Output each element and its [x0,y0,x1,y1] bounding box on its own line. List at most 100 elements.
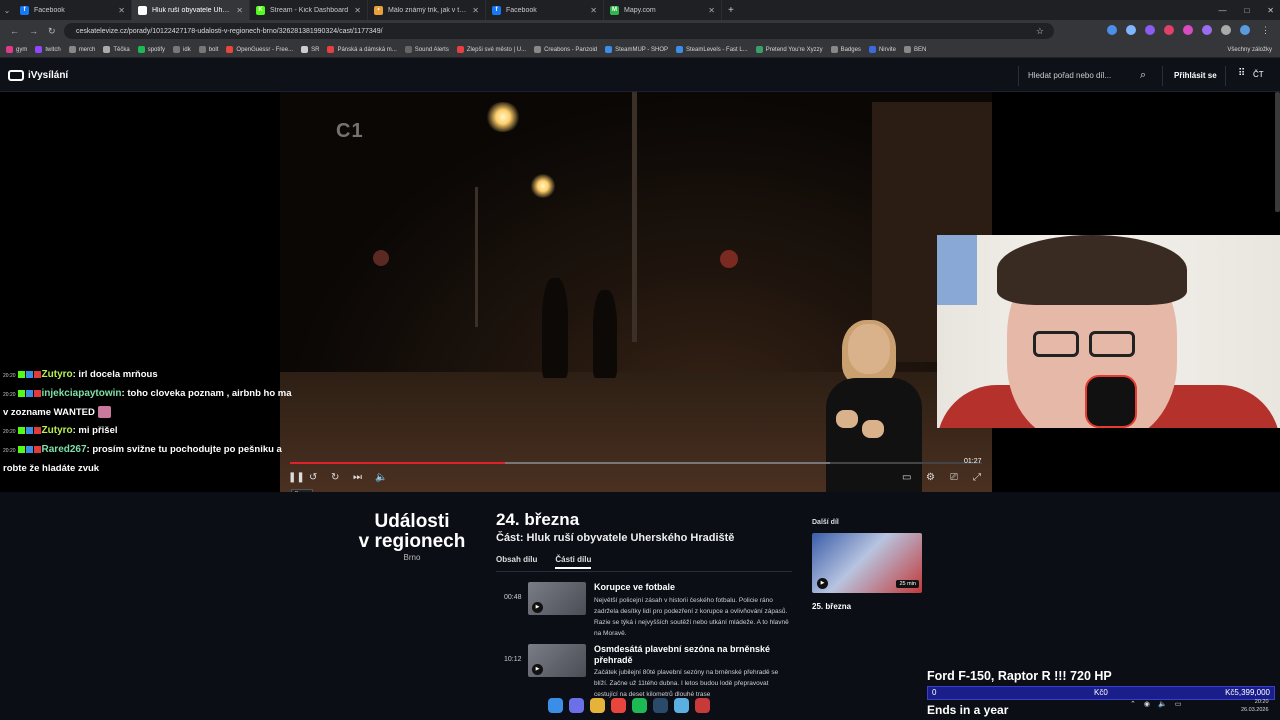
bookmark-item[interactable]: idk [173,46,191,53]
bookmark-item[interactable]: Badges [830,46,861,53]
segment-item[interactable]: 00:48 ▶ Korupce ve fotbale Největší poli… [496,582,796,642]
bookmark-item[interactable]: Těčka [103,46,130,53]
all-bookmarks-button[interactable]: Všechny záložky [1227,47,1280,53]
back-icon[interactable]: ← [10,26,19,36]
profile-avatar[interactable] [1240,25,1250,35]
app-icon[interactable] [674,698,689,713]
subtitles-icon[interactable]: ▭ [902,472,911,483]
bookmark-item[interactable]: SR [301,46,319,53]
tab-close-icon[interactable]: ✕ [354,6,361,15]
segment-title[interactable]: Osmdesátá plavební sezóna na brněnské př… [594,644,794,666]
next-episode-thumbnail[interactable]: ▶ 25 min [812,533,922,593]
puzzle-icon[interactable] [1221,25,1231,35]
new-tab-button[interactable]: + [728,5,734,16]
bookmark-item[interactable]: Nirvite [868,46,896,53]
minimize-icon[interactable]: — [1218,6,1226,15]
next-episode-date[interactable]: 25. března [812,602,851,611]
browser-tab[interactable]: f Facebook ✕ [486,0,604,20]
settings-gear-icon[interactable]: ⚙ [926,472,935,483]
ct-menu-label[interactable]: ČT [1253,70,1264,79]
progress-bar[interactable] [290,462,982,464]
windows-start-icon[interactable] [548,698,563,713]
tab-list-icon[interactable]: ⌄ [0,6,14,15]
browser-tab[interactable]: Hluk ruší obyvatele Uhersk ✕ [132,0,250,20]
bookmark-item[interactable]: Sound Alerts [404,46,449,53]
tray-chevron-icon[interactable]: ⌃ [1130,700,1136,708]
chrome-icon[interactable] [611,698,626,713]
maximize-icon[interactable]: □ [1244,6,1249,15]
scrollbar[interactable] [1275,92,1280,212]
bookmark-item[interactable]: Zlepši své město | U... [456,46,526,53]
reload-icon[interactable]: ↻ [48,26,56,37]
bookmark-item[interactable]: OpenGuessr - Free... [226,46,293,53]
tab-close-icon[interactable]: ✕ [236,6,243,15]
fullscreen-icon[interactable]: ⤢ [973,472,981,483]
rewind-icon[interactable]: ↺ [309,472,317,483]
system-clock[interactable]: 20:20 26.03.2026 [1241,698,1269,714]
chat-username[interactable]: Zutyro [42,425,73,436]
volume-icon[interactable]: 🔈 [375,472,387,483]
browser-tab[interactable]: • Málo známý trik, jak v tarifech ✕ [368,0,486,20]
play-icon[interactable]: ▶ [532,664,543,675]
segment-thumbnail[interactable]: ▶ [528,644,586,677]
play-icon[interactable]: ▶ [532,602,543,613]
bookmark-item[interactable]: Pánská a dámská m... [327,46,397,53]
network-icon[interactable]: ◉ [1144,700,1150,708]
bookmark-item[interactable]: BEN [903,46,926,53]
tab-episode-content[interactable]: Obsah dílu [496,555,537,569]
bookmark-item[interactable]: bolt [198,46,218,53]
volume-tray-icon[interactable]: 🔈 [1158,700,1167,708]
chat-username[interactable]: Zutyro [42,369,73,380]
extension-icon[interactable] [1202,25,1212,35]
forward-icon[interactable]: → [29,26,38,36]
bookmark-item[interactable]: Pretend You're Xyzzy [755,46,823,53]
bookmark-item[interactable]: twitch [35,46,61,53]
bookmark-item[interactable]: Creabons - Panzoid [534,46,597,53]
browser-tab[interactable]: M Mapy.com ✕ [604,0,722,20]
pause-icon[interactable]: ❚❚ [288,472,305,483]
browser-tab[interactable]: f Facebook ✕ [14,0,132,20]
browser-tab[interactable]: K Stream - Kick Dashboard ✕ [250,0,368,20]
discord-icon[interactable] [569,698,584,713]
forward-icon[interactable]: ↻ [331,472,339,483]
play-icon[interactable]: ▶ [817,578,828,589]
search-input[interactable]: Hledat pořad nebo díl... [1028,71,1111,80]
segment-thumbnail[interactable]: ▶ [528,582,586,615]
obs-icon[interactable] [695,698,710,713]
menu-icon[interactable]: ⋮ [1261,25,1270,36]
extension-icon[interactable] [1145,25,1155,35]
spotify-icon[interactable] [632,698,647,713]
chat-username[interactable]: injekciapaytowin [42,388,122,399]
steam-icon[interactable] [653,698,668,713]
file-explorer-icon[interactable] [590,698,605,713]
extension-icon[interactable] [1126,25,1136,35]
search-icon[interactable]: ⌕ [1140,69,1146,82]
tab-close-icon[interactable]: ✕ [472,6,479,15]
extension-icon[interactable] [1107,25,1117,35]
bookmark-item[interactable]: SteamMUP - SHOP [605,46,668,53]
chat-username[interactable]: Rared267 [42,444,87,455]
bookmark-item[interactable]: spotify [137,46,165,53]
battery-icon[interactable]: ▭ [1175,700,1182,708]
tab-close-icon[interactable]: ✕ [118,6,125,15]
bookmark-item[interactable]: merch [68,46,95,53]
bookmark-item[interactable]: SteamLevels - Fast L... [676,46,748,53]
address-bar[interactable]: ceskatelevize.cz/porady/10122427178-udal… [64,23,1054,39]
video-player[interactable]: C1 20:20 Zutyro: irl docela mrňous 20:20 in… [0,92,1280,499]
tab-episode-parts[interactable]: Části dílu [555,555,592,569]
segment-title[interactable]: Korupce ve fotbale [594,582,794,593]
ivysilani-logo[interactable]: iVysílání [8,70,68,81]
login-button[interactable]: Přihlásit se [1174,71,1217,80]
tab-close-icon[interactable]: ✕ [590,6,597,15]
close-window-icon[interactable]: ✕ [1267,6,1274,15]
cast-icon[interactable]: ⎚ [950,472,958,483]
show-title[interactable]: Události v regionech [340,512,484,552]
next-icon[interactable]: ⏭ [353,472,362,483]
bookmark-item[interactable]: gym [6,46,27,53]
tab-close-icon[interactable]: ✕ [708,6,715,15]
bookmark-star-icon[interactable]: ☆ [1036,26,1044,37]
apps-grid-icon[interactable]: ⠿ [1238,68,1245,79]
chat-badge-icon [17,445,25,453]
extension-icon[interactable] [1183,25,1193,35]
extension-icon[interactable] [1164,25,1174,35]
